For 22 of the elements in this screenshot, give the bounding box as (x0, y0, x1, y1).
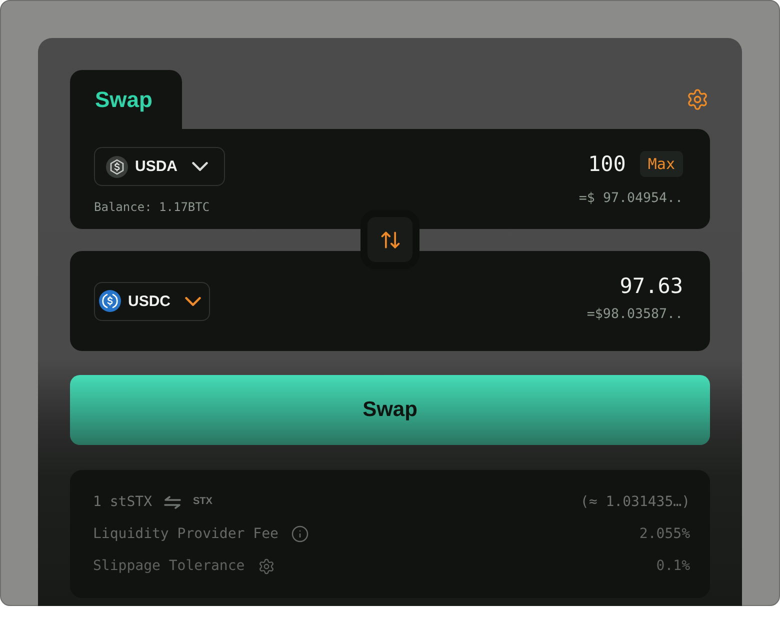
swap-direction-button[interactable] (360, 210, 420, 269)
fee-label: Liquidity Provider Fee (93, 525, 278, 543)
settings-icon[interactable] (258, 558, 275, 574)
swap-button[interactable]: Swap (70, 375, 710, 445)
usd-value-text: =$98.03587.. (586, 307, 683, 323)
detail-value-text: (≈ 1.031435…) (580, 493, 690, 511)
amount-input[interactable]: 100 (585, 151, 626, 177)
info-icon (291, 525, 310, 543)
amount-input[interactable]: 97.63 (617, 273, 683, 299)
swap-tab[interactable]: Swap (70, 70, 182, 129)
detail-value-text: 0.1% (656, 557, 690, 575)
token-selector[interactable]: USDC (94, 282, 210, 320)
rate-quote-text: STX (193, 496, 212, 508)
token-selector[interactable]: USDA (94, 147, 225, 186)
slippage-label: Slippage Tolerance (93, 557, 245, 575)
up-down-arrows-icon (379, 228, 401, 250)
detail-value-text: 2.055% (639, 525, 690, 543)
rate-base-text: 1 stSTX (93, 493, 152, 511)
usd-value-text: =$ 97.04954.. (578, 191, 683, 207)
max-button[interactable]: Max (640, 151, 683, 177)
settings-icon[interactable] (686, 88, 709, 111)
balance-text: Balance: 1.17BTC (94, 199, 210, 215)
